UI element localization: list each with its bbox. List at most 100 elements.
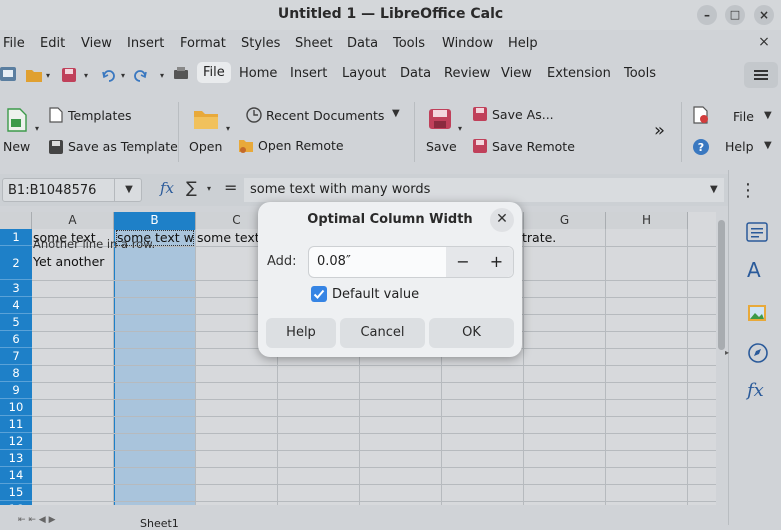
- add-spinfield[interactable]: 0.08″ − +: [308, 246, 514, 278]
- file-dropdown-icon[interactable]: ▼: [764, 110, 772, 121]
- help-button[interactable]: Help: [266, 318, 336, 348]
- sheet-nav-icons[interactable]: ⇤ ⇤ ◀ ▶: [18, 515, 56, 525]
- recent-documents-button[interactable]: Recent Documents: [266, 108, 384, 123]
- select-all-corner[interactable]: [0, 212, 32, 229]
- row-header[interactable]: 11: [0, 416, 32, 433]
- tab-extension[interactable]: Extension: [547, 66, 611, 81]
- row-header[interactable]: 12: [0, 433, 32, 450]
- tab-data[interactable]: Data: [400, 66, 431, 81]
- ok-button[interactable]: OK: [429, 318, 514, 348]
- sum-icon[interactable]: ∑: [186, 178, 197, 197]
- row-header[interactable]: 7: [0, 348, 32, 365]
- menu-format[interactable]: Format: [180, 36, 226, 51]
- save-label[interactable]: Save: [426, 139, 457, 154]
- undo-dropdown-icon[interactable]: ▾: [121, 71, 125, 80]
- recent-dropdown-icon[interactable]: ▼: [392, 108, 400, 119]
- row-header[interactable]: 3: [0, 280, 32, 297]
- save-dropdown-arrow-icon[interactable]: ▾: [458, 124, 462, 133]
- functions-icon[interactable]: fx: [747, 380, 764, 401]
- row-header[interactable]: 13: [0, 450, 32, 467]
- help-dropdown-icon[interactable]: ▼: [764, 140, 772, 151]
- more-options-icon[interactable]: »: [654, 120, 665, 141]
- add-value-input[interactable]: 0.08″: [317, 254, 351, 269]
- column-header-selected[interactable]: B: [114, 212, 196, 229]
- new-spreadsheet-icon[interactable]: [6, 108, 28, 132]
- menu-styles[interactable]: Styles: [241, 36, 280, 51]
- tab-tools[interactable]: Tools: [624, 66, 656, 81]
- sum-dropdown-icon[interactable]: ▾: [207, 184, 211, 193]
- tab-view[interactable]: View: [501, 66, 532, 81]
- row-header[interactable]: 2: [0, 246, 32, 280]
- minimize-button[interactable]: –: [697, 5, 717, 25]
- function-wizard-icon[interactable]: fx: [160, 179, 174, 197]
- tab-layout[interactable]: Layout: [342, 66, 386, 81]
- open-folder-icon[interactable]: [193, 108, 219, 130]
- save-as-button[interactable]: Save As...: [492, 107, 554, 122]
- cancel-button[interactable]: Cancel: [340, 318, 425, 348]
- expand-formula-icon[interactable]: ▼: [710, 184, 718, 195]
- menu-help[interactable]: Help: [508, 36, 538, 51]
- cell-f1[interactable]: trate.: [522, 230, 602, 245]
- menu-sheet[interactable]: Sheet: [295, 36, 333, 51]
- row-header[interactable]: 8: [0, 365, 32, 382]
- tab-review[interactable]: Review: [444, 66, 490, 81]
- help-menu-button[interactable]: Help: [725, 139, 754, 154]
- templates-button[interactable]: Templates: [68, 108, 132, 123]
- sheet-tab[interactable]: Sheet1: [140, 517, 179, 530]
- open-remote-button[interactable]: Open Remote: [258, 138, 344, 153]
- column-header[interactable]: A: [32, 212, 114, 229]
- row-header[interactable]: 6: [0, 331, 32, 348]
- properties-icon[interactable]: [746, 222, 768, 242]
- row-header[interactable]: 10: [0, 399, 32, 416]
- column-header[interactable]: G: [524, 212, 606, 229]
- new-dropdown-icon[interactable]: ▾: [35, 124, 39, 133]
- column-header[interactable]: H: [606, 212, 688, 229]
- formula-equals-icon[interactable]: =: [224, 178, 237, 197]
- vertical-scrollbar-track[interactable]: [716, 212, 728, 512]
- open-dropdown-arrow-icon[interactable]: ▾: [226, 124, 230, 133]
- tab-file[interactable]: File: [197, 62, 231, 83]
- gallery-icon[interactable]: [747, 304, 769, 324]
- default-value-checkbox[interactable]: [311, 286, 327, 302]
- sidebar-collapse-icon[interactable]: ▸: [725, 348, 731, 362]
- row-header[interactable]: 14: [0, 467, 32, 484]
- menu-data[interactable]: Data: [347, 36, 378, 51]
- menu-tools[interactable]: Tools: [393, 36, 425, 51]
- menu-edit[interactable]: Edit: [40, 36, 65, 51]
- cell-a2[interactable]: Yet another: [33, 254, 113, 269]
- row-header[interactable]: 15: [0, 484, 32, 501]
- row-header[interactable]: 9: [0, 382, 32, 399]
- increment-button[interactable]: +: [480, 247, 513, 277]
- tab-insert[interactable]: Insert: [290, 66, 327, 81]
- menu-file[interactable]: File: [3, 36, 25, 51]
- close-document-icon[interactable]: ×: [756, 34, 772, 50]
- row-header[interactable]: 5: [0, 314, 32, 331]
- navigator-icon[interactable]: [747, 342, 769, 364]
- close-window-button[interactable]: ×: [754, 5, 774, 25]
- save-dropdown-icon[interactable]: ▾: [84, 71, 88, 80]
- save-as-template-button[interactable]: Save as Template: [68, 139, 178, 154]
- save-icon[interactable]: [428, 108, 452, 130]
- open-label[interactable]: Open: [189, 139, 222, 154]
- file-menu-button[interactable]: File: [733, 109, 754, 124]
- sidebar-menu-icon[interactable]: ⋮: [739, 180, 757, 201]
- default-value-label[interactable]: Default value: [332, 287, 419, 302]
- redo-dropdown-icon[interactable]: ▾: [160, 71, 164, 80]
- hamburger-menu-button[interactable]: [744, 62, 778, 88]
- row-header[interactable]: 1: [0, 229, 32, 246]
- menu-insert[interactable]: Insert: [127, 36, 164, 51]
- row-header[interactable]: 4: [0, 297, 32, 314]
- name-box-dropdown-icon[interactable]: ▼: [114, 178, 143, 202]
- dialog-close-button[interactable]: ✕: [490, 208, 514, 232]
- decrement-button[interactable]: −: [446, 247, 480, 277]
- styles-icon[interactable]: A: [747, 258, 761, 282]
- menu-window[interactable]: Window: [442, 36, 493, 51]
- formula-input[interactable]: some text with many words: [244, 178, 724, 202]
- new-label[interactable]: New: [3, 139, 30, 154]
- save-remote-button[interactable]: Save Remote: [492, 139, 575, 154]
- menu-view[interactable]: View: [81, 36, 112, 51]
- tab-home[interactable]: Home: [239, 66, 277, 81]
- open-dropdown-icon[interactable]: ▾: [46, 71, 50, 80]
- maximize-button[interactable]: □: [725, 5, 745, 25]
- vertical-scrollbar-thumb[interactable]: [718, 220, 725, 350]
